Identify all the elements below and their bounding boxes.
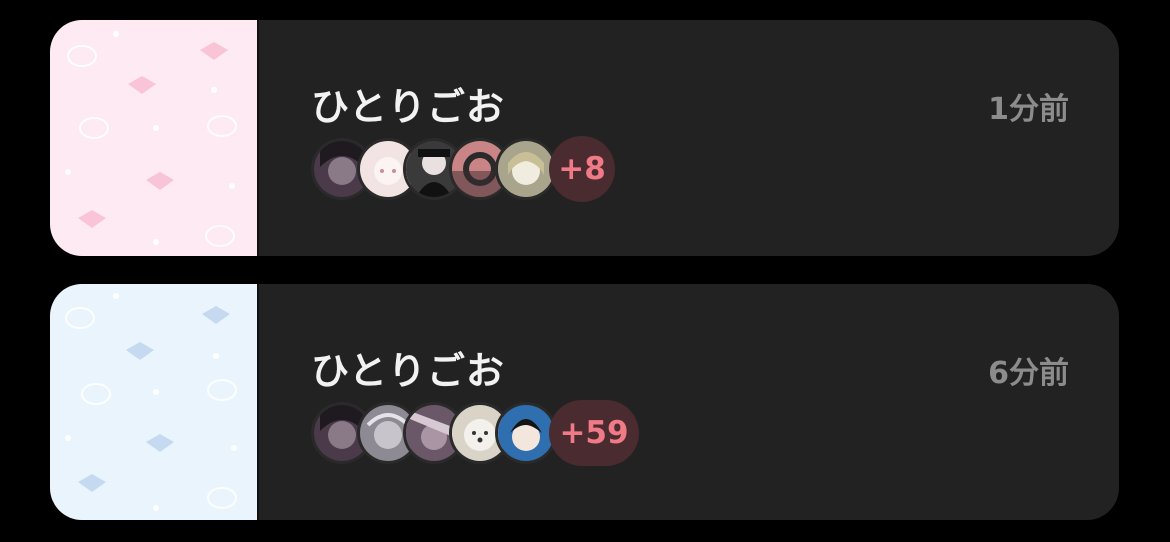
bow-pattern-image [50,284,257,520]
avatar [495,402,557,464]
timestamp: 1分前 [988,92,1069,127]
timestamp: 6分前 [988,356,1069,391]
room-info: ひとりごお 1分前 +8 [259,20,1119,256]
more-members-badge[interactable]: +59 [549,400,639,466]
room-title: ひとりごお [311,85,505,129]
avatar [495,138,557,200]
room-card[interactable]: ひとりごお 1分前 +8 [50,20,1119,256]
room-info: ひとりごお 6分前 +59 [259,284,1119,520]
more-members-badge[interactable]: +8 [549,136,615,202]
room-thumbnail [50,284,259,520]
bow-pattern-image [50,20,257,256]
room-card[interactable]: ひとりごお 6分前 +59 [50,284,1119,520]
room-thumbnail [50,20,259,256]
room-title: ひとりごお [311,349,505,393]
